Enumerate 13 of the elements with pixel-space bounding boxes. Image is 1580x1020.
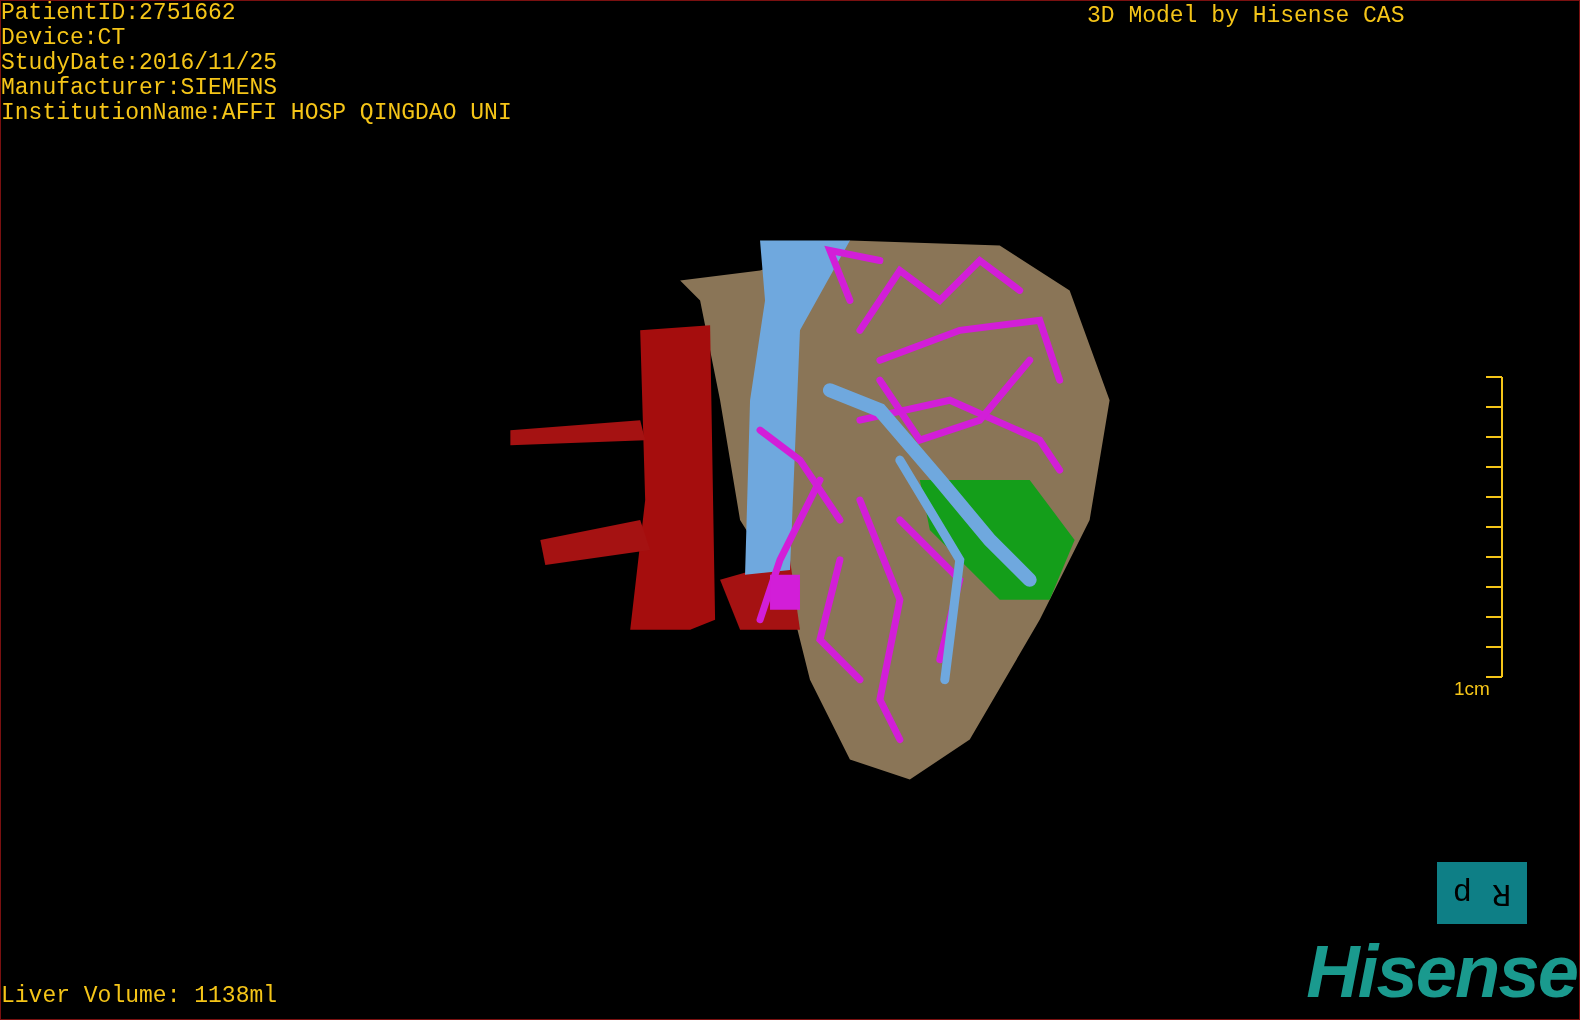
credit-text: 3D Model by Hisense CAS (1087, 2, 1405, 31)
liver-volume-text: Liver Volume: 1138ml (1, 983, 278, 1009)
scale-label: 1cm (1454, 678, 1490, 700)
study-info-text: StudyDate:2016/11/25 (1, 51, 279, 76)
orientation-label: R (1492, 877, 1512, 909)
scale-bar-icon (1485, 376, 1503, 678)
study-info-text: Manufacturer:SIEMENS (1, 76, 279, 101)
orientation-label: d (1452, 877, 1472, 909)
hisense-logo: Hisense (1306, 937, 1577, 1007)
study-info-text: PatientID:2751662 (1, 1, 237, 26)
study-info-text: InstitutionName:AFFI HOSP QINGDAO UNI (1, 101, 512, 126)
orientation-marker[interactable]: d R (1437, 862, 1527, 924)
study-info-text: Device:CT (1, 26, 127, 51)
